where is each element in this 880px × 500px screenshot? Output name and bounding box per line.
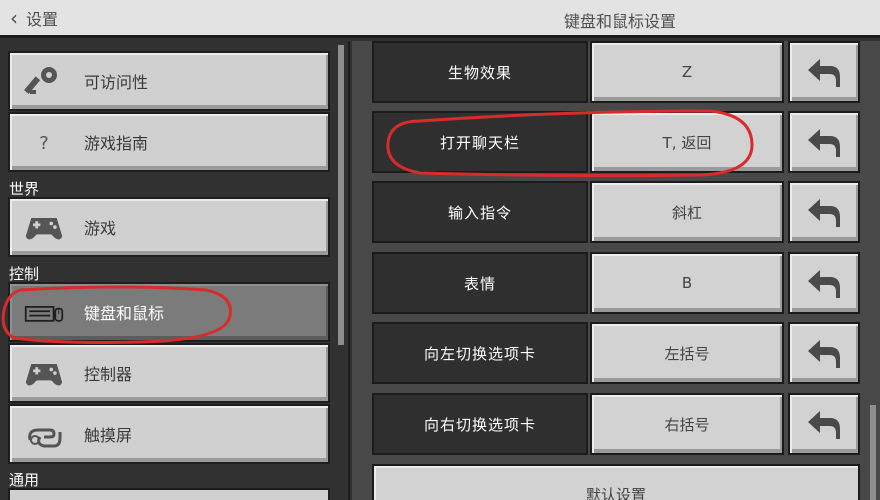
panel-scrollbar[interactable] bbox=[870, 405, 876, 500]
binding-key-button[interactable]: Z bbox=[590, 41, 784, 103]
binding-key-button[interactable]: T, 返回 bbox=[590, 111, 784, 173]
binding-action-label: 打开聊天栏 bbox=[372, 111, 588, 173]
sidebar-item-label: 可访问性 bbox=[84, 73, 149, 92]
binding-row: 表情 B bbox=[372, 252, 860, 314]
sidebar-item-how-to-play[interactable]: ? 游戏指南 bbox=[8, 112, 330, 172]
restore-defaults-button[interactable]: 默认设置 bbox=[372, 464, 860, 500]
section-label-general: 通用 bbox=[9, 471, 40, 489]
undo-arrow-icon bbox=[808, 411, 840, 439]
sidebar-item-label: 游戏 bbox=[84, 219, 117, 238]
gamepad-icon bbox=[24, 357, 64, 391]
undo-arrow-icon bbox=[808, 129, 840, 157]
sidebar-scrollbar[interactable] bbox=[338, 45, 344, 345]
page-title: 键盘和鼠标设置 bbox=[563, 12, 676, 31]
sidebar-item-accessibility[interactable]: 可访问性 bbox=[8, 51, 330, 111]
sidebar-item-controller[interactable]: 控制器 bbox=[8, 343, 330, 403]
key-icon bbox=[24, 65, 64, 99]
reset-binding-button[interactable] bbox=[788, 41, 860, 103]
binding-action-label: 向右切换选项卡 bbox=[372, 393, 588, 455]
undo-arrow-icon bbox=[808, 270, 840, 298]
keyboard-mouse-icon bbox=[24, 296, 64, 330]
back-button[interactable]: ‹ 设置 bbox=[10, 5, 58, 31]
binding-row: 打开聊天栏 T, 返回 bbox=[372, 111, 860, 173]
sidebar-item-keyboard-mouse[interactable]: 键盘和鼠标 bbox=[8, 282, 330, 342]
binding-action-label: 表情 bbox=[372, 252, 588, 314]
undo-arrow-icon bbox=[808, 199, 840, 227]
binding-row: 生物效果 Z bbox=[372, 41, 860, 103]
sidebar-item-partial[interactable] bbox=[8, 488, 330, 500]
binding-row: 输入指令 斜杠 bbox=[372, 181, 860, 243]
binding-row: 向左切换选项卡 左括号 bbox=[372, 322, 860, 384]
binding-key-button[interactable]: B bbox=[590, 252, 784, 314]
binding-action-label: 生物效果 bbox=[372, 41, 588, 103]
reset-binding-button[interactable] bbox=[788, 181, 860, 243]
top-bar: ‹ 设置 键盘和鼠标设置 bbox=[0, 0, 880, 38]
binding-row: 向右切换选项卡 右括号 bbox=[372, 393, 860, 455]
binding-key-button[interactable]: 左括号 bbox=[590, 322, 784, 384]
undo-arrow-icon bbox=[808, 340, 840, 368]
section-label-controls: 控制 bbox=[9, 265, 40, 283]
section-label-world: 世界 bbox=[9, 180, 40, 198]
gamepad-icon bbox=[24, 211, 64, 245]
question-icon: ? bbox=[39, 132, 49, 154]
undo-arrow-icon bbox=[808, 59, 840, 87]
sidebar-item-label: 触摸屏 bbox=[84, 426, 133, 445]
sidebar-item-label: 游戏指南 bbox=[84, 134, 149, 153]
back-label: 设置 bbox=[26, 10, 59, 29]
binding-action-label: 输入指令 bbox=[372, 181, 588, 243]
reset-binding-button[interactable] bbox=[788, 322, 860, 384]
sidebar-item-label: 控制器 bbox=[84, 365, 133, 384]
reset-binding-button[interactable] bbox=[788, 111, 860, 173]
sidebar-item-label: 键盘和鼠标 bbox=[84, 304, 165, 323]
chevron-left-icon: ‹ bbox=[10, 6, 18, 30]
binding-key-button[interactable]: 斜杠 bbox=[590, 181, 784, 243]
binding-action-label: 向左切换选项卡 bbox=[372, 322, 588, 384]
sidebar-item-game[interactable]: 游戏 bbox=[8, 197, 330, 257]
reset-binding-button[interactable] bbox=[788, 393, 860, 455]
sidebar-item-touchscreen[interactable]: 触摸屏 bbox=[8, 404, 330, 464]
binding-key-button[interactable]: 右括号 bbox=[590, 393, 784, 455]
reset-binding-button[interactable] bbox=[788, 252, 860, 314]
touch-hand-icon bbox=[24, 418, 64, 452]
